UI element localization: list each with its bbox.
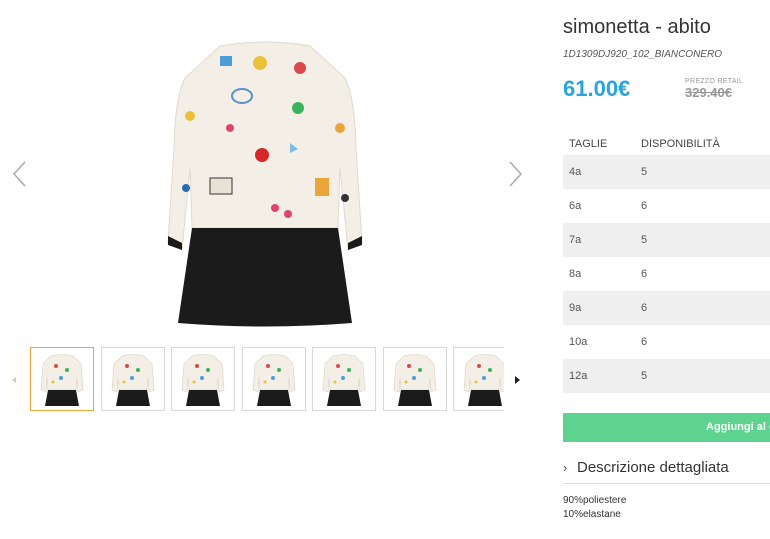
product-price: 61.00€ <box>563 76 631 101</box>
sizes-table-header: TAGLIE DISPONIBILITÀ <box>563 135 770 155</box>
size-label: 6a <box>569 200 582 212</box>
size-availability: 6 <box>641 200 648 212</box>
chevron-right-icon <box>509 161 523 187</box>
size-label: 8a <box>569 268 582 280</box>
size-label: 12a <box>569 370 588 382</box>
size-label: 9a <box>569 302 582 314</box>
size-availability: 5 <box>641 166 648 178</box>
description-toggle-label: Descrizione dettagliata <box>577 459 729 476</box>
caret-left-icon <box>12 377 16 383</box>
size-availability: 5 <box>641 370 648 382</box>
chevron-right-icon: › <box>563 460 568 475</box>
product-info: simonetta - abito 1D1309DJ920_102_BIANCO… <box>560 0 770 539</box>
thumbnails-prev-button[interactable] <box>9 373 19 387</box>
product-thumbnail[interactable] <box>382 347 447 411</box>
size-availability: 6 <box>641 336 648 348</box>
retail-price-label: PREZZO RETAIL <box>685 78 744 85</box>
availability-column-header: DISPONIBILITÀ <box>641 138 720 150</box>
retail-price: 329.40€ <box>685 85 732 100</box>
size-row[interactable]: 12a 5 <box>563 359 770 393</box>
size-column-header: TAGLIE <box>569 138 608 150</box>
product-page: simonetta - abito 1D1309DJ920_102_BIANCO… <box>0 0 770 539</box>
divider <box>563 483 770 484</box>
description-line: 90%poliestere <box>563 495 627 506</box>
add-to-cart-button[interactable]: Aggiungi al carrello <box>563 413 770 442</box>
size-availability: 5 <box>641 234 648 246</box>
product-thumbnail[interactable] <box>312 347 376 411</box>
product-thumbnail[interactable] <box>453 347 504 411</box>
size-label: 4a <box>569 166 582 178</box>
product-sku: 1D1309DJ920_102_BIANCONERO <box>563 49 722 60</box>
gallery-next-button[interactable] <box>505 158 525 190</box>
size-availability: 6 <box>641 302 648 314</box>
product-thumbnail[interactable] <box>241 347 306 411</box>
gallery-prev-button[interactable] <box>10 158 30 190</box>
main-product-image <box>150 38 380 330</box>
size-row[interactable]: 6a 6 <box>563 189 770 223</box>
product-thumbnail[interactable] <box>30 347 94 411</box>
product-title: simonetta - abito <box>563 16 711 38</box>
caret-right-icon <box>515 376 520 384</box>
size-label: 7a <box>569 234 582 246</box>
description-toggle[interactable]: › Descrizione dettagliata <box>563 458 770 482</box>
size-row[interactable]: 7a 5 <box>563 223 770 257</box>
size-label: 10a <box>569 336 588 348</box>
thumbnails-next-button[interactable] <box>512 373 522 387</box>
size-row[interactable]: 10a 6 <box>563 325 770 359</box>
chevron-left-icon <box>12 161 26 187</box>
size-availability: 6 <box>641 268 648 280</box>
sizes-table: TAGLIE DISPONIBILITÀ 4a 5 6a 6 7a 5 8a 6… <box>563 135 770 393</box>
product-thumbnail[interactable] <box>100 347 165 411</box>
product-gallery <box>0 0 530 430</box>
size-row[interactable]: 9a 6 <box>563 291 770 325</box>
thumbnail-track <box>30 347 504 415</box>
description-line: 10%elastane <box>563 509 621 520</box>
thumbnail-strip <box>0 345 530 417</box>
size-row[interactable]: 8a 6 <box>563 257 770 291</box>
add-to-cart-label: Aggiungi al carrello <box>706 421 770 433</box>
product-thumbnail[interactable] <box>171 347 235 411</box>
size-row[interactable]: 4a 5 <box>563 155 770 189</box>
